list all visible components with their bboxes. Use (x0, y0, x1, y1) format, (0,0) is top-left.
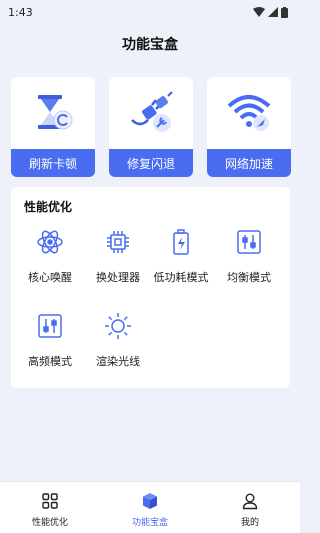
feature-render-light[interactable]: 渲染光线 (87, 311, 149, 375)
person-icon (242, 493, 258, 510)
tab-label: 功能宝盒 (131, 518, 168, 528)
tab-mine[interactable]: 我的 (200, 482, 300, 533)
feature-label: 低功耗模式 (153, 271, 209, 284)
tab-performance[interactable]: 性能优化 (0, 482, 100, 533)
cell-signal-icon (268, 7, 278, 17)
tool-card-network-boost[interactable]: 网络加速 (207, 77, 291, 177)
status-icons (253, 6, 288, 18)
feature-label: 换处理器 (96, 271, 140, 284)
feature-label: 均衡模式 (227, 271, 271, 284)
battery-icon (281, 6, 288, 18)
feature-label: 高频模式 (28, 355, 72, 368)
grid-icon (42, 493, 58, 509)
tool-card-refresh-label: 刷新卡顿 (11, 149, 95, 177)
tool-card-refresh[interactable]: 刷新卡顿 (11, 77, 95, 177)
hourglass-refresh-icon (11, 77, 95, 149)
battery-bolt-icon (166, 227, 196, 257)
feature-label: 核心唤醒 (28, 271, 72, 284)
tab-label: 性能优化 (31, 518, 68, 528)
sliders-icon (35, 311, 65, 341)
tool-card-network-boost-label: 网络加速 (207, 149, 291, 177)
tab-label: 我的 (240, 518, 259, 528)
wifi-rocket-icon (207, 77, 291, 149)
atom-icon (35, 227, 65, 257)
feature-switch-processor[interactable]: 换处理器 (87, 227, 149, 291)
feature-low-power-mode[interactable]: 低功耗模式 (150, 227, 212, 291)
page-title: 功能宝盒 (122, 37, 178, 53)
bottom-tab-bar: 性能优化 功能宝盒 我的 (0, 481, 300, 533)
feature-balanced-mode[interactable]: 均衡模式 (218, 227, 280, 291)
cube-icon (143, 493, 157, 509)
sun-icon (103, 311, 133, 341)
feature-high-freq-mode[interactable]: 高频模式 (19, 311, 81, 375)
feature-label: 渲染光线 (96, 355, 140, 368)
performance-title: 性能优化 (24, 200, 73, 214)
status-bar: 1:43 (0, 0, 300, 24)
status-time: 1:43 (8, 5, 33, 19)
tool-card-fix-crash-label: 修复闪退 (109, 149, 193, 177)
tool-card-fix-crash[interactable]: 修复闪退 (109, 77, 193, 177)
plug-wrench-icon (109, 77, 193, 149)
tab-toolbox[interactable]: 功能宝盒 (100, 482, 200, 533)
feature-core-wake[interactable]: 核心唤醒 (19, 227, 81, 291)
wifi-signal-icon (253, 7, 265, 17)
sliders-icon (234, 227, 264, 257)
cpu-chip-icon (103, 227, 133, 257)
performance-panel: 性能优化 核心唤醒 换处理器 低功耗模式 均衡模式 高频模式 渲染光线 (11, 187, 290, 388)
